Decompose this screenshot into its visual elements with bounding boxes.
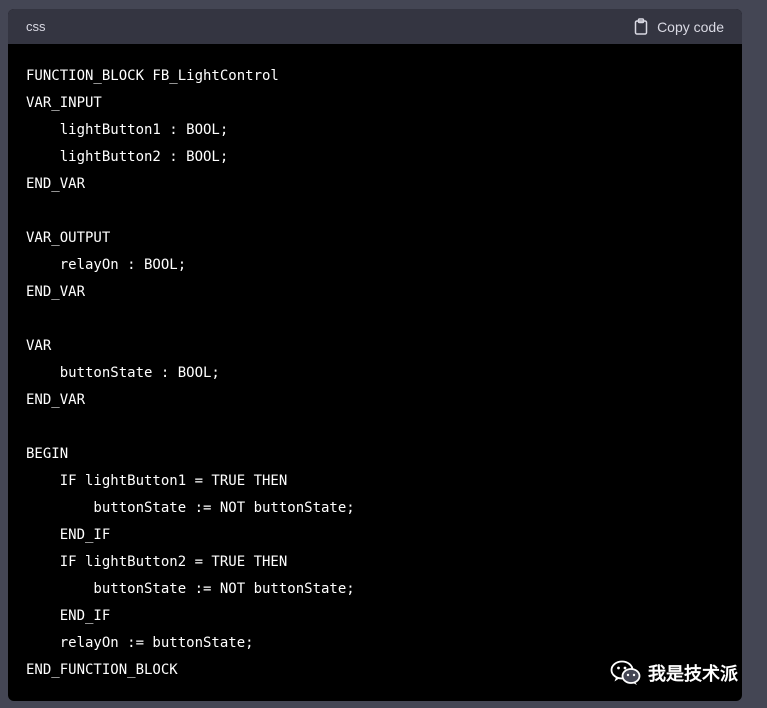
code-line: buttonState := NOT buttonState;	[26, 581, 355, 597]
code-line: IF lightButton2 = TRUE THEN	[26, 554, 288, 570]
copy-code-label: Copy code	[657, 18, 724, 35]
code-line: relayOn : BOOL;	[26, 257, 187, 273]
code-line: END_VAR	[26, 176, 86, 192]
code-line: VAR	[26, 338, 52, 354]
code-line: IF lightButton1 = TRUE THEN	[26, 473, 288, 489]
language-label: css	[26, 19, 46, 34]
code-line: lightButton1 : BOOL;	[26, 122, 229, 138]
code-line: relayOn := buttonState;	[26, 635, 254, 651]
code-line: END_VAR	[26, 392, 86, 408]
code-line: END_IF	[26, 527, 111, 543]
code-line: lightButton2 : BOOL;	[26, 149, 229, 165]
code-line: BEGIN	[26, 446, 69, 462]
code-line: END_IF	[26, 608, 111, 624]
code-line: buttonState : BOOL;	[26, 365, 220, 381]
wechat-icon	[610, 660, 642, 686]
watermark: 我是技术派	[610, 660, 738, 686]
code-body: FUNCTION_BLOCK FB_LightControl VAR_INPUT…	[8, 44, 742, 684]
code-line: VAR_OUTPUT	[26, 230, 111, 246]
code-line: VAR_INPUT	[26, 95, 102, 111]
code-block: css Copy code FUNCTION_BLOCK FB_LightCon…	[8, 9, 742, 701]
clipboard-icon	[633, 18, 649, 35]
copy-code-button[interactable]: Copy code	[633, 18, 724, 35]
code-header: css Copy code	[8, 9, 742, 44]
code-line: FUNCTION_BLOCK FB_LightControl	[26, 68, 279, 84]
watermark-text: 我是技术派	[648, 664, 738, 685]
code-line: buttonState := NOT buttonState;	[26, 500, 355, 516]
code-line: END_VAR	[26, 284, 86, 300]
